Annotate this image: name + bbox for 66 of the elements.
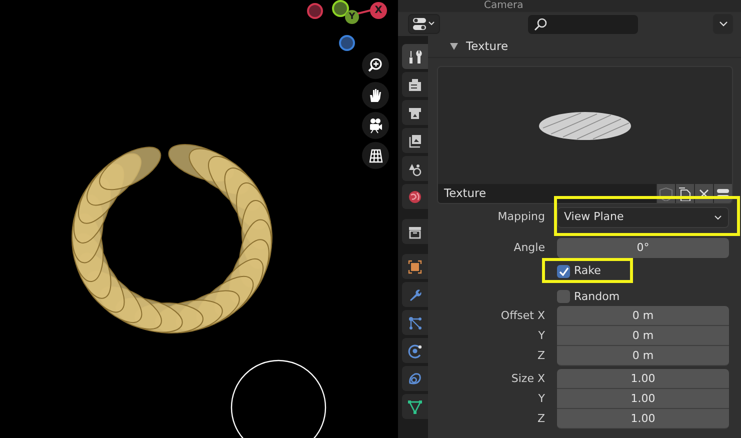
checkbox[interactable]: Random	[557, 288, 729, 305]
properties-tab[interactable]	[402, 44, 428, 69]
collapse-triangle-icon[interactable]	[450, 43, 458, 50]
camera-back-icon	[407, 76, 423, 92]
caret-icon	[718, 21, 728, 27]
shield-icon	[659, 186, 673, 200]
negative-x-axis-handle[interactable]	[307, 3, 323, 19]
properties-tab[interactable]	[402, 338, 428, 363]
field-label: Y	[537, 328, 545, 344]
checkbox[interactable]: Rake	[557, 263, 729, 280]
field-label: Size X	[510, 370, 545, 387]
size-field[interactable]: 1.00	[557, 409, 729, 429]
properties-tab[interactable]	[402, 219, 428, 244]
offset-field[interactable]: 0 m	[557, 306, 729, 326]
properties-tab[interactable]	[402, 128, 428, 153]
checkbox-box[interactable]	[557, 290, 570, 304]
properties-tab[interactable]	[402, 254, 428, 279]
grid-button[interactable]	[362, 142, 389, 169]
editor-type-button[interactable]	[408, 14, 440, 34]
wrench-screwdriver-icon	[407, 48, 423, 64]
globe-icon	[407, 188, 423, 204]
offset-field[interactable]: 0 m	[557, 326, 729, 346]
checkbox-box[interactable]	[557, 264, 570, 278]
panel-title[interactable]: Texture	[466, 38, 508, 56]
camera-icon	[367, 117, 384, 134]
hand-icon	[367, 87, 384, 104]
field-label: Z	[536, 410, 545, 427]
offset-field[interactable]: 0 m	[557, 346, 729, 366]
field-label: Angle	[512, 240, 545, 256]
outliner-item-label[interactable]: Camera	[484, 0, 524, 12]
properties-tab[interactable]	[402, 366, 428, 391]
search-icon	[534, 18, 547, 30]
field-label: Y	[537, 390, 545, 407]
camera-button[interactable]	[362, 112, 389, 139]
zoom-icon	[367, 57, 384, 74]
properties-tab[interactable]	[402, 100, 428, 125]
options-dropdown[interactable]	[713, 14, 733, 34]
image-stack-icon	[407, 132, 423, 148]
angle-field[interactable]: 0°	[557, 238, 729, 258]
field-label: Mapping	[496, 209, 545, 226]
properties-tab[interactable]	[402, 156, 428, 181]
y-axis-handle[interactable]: Y	[345, 10, 359, 24]
hand-button[interactable]	[362, 82, 389, 109]
properties-tab[interactable]	[402, 282, 428, 307]
properties-tab[interactable]	[402, 394, 428, 419]
mapping-dropdown[interactable]: View Plane	[557, 207, 729, 228]
orbit-icon	[407, 342, 423, 358]
search-field[interactable]	[528, 14, 638, 34]
square-icon	[407, 258, 423, 274]
negative-z-axis-handle[interactable]	[339, 35, 355, 51]
grid-icon	[367, 147, 384, 164]
negative-y-axis-handle[interactable]	[332, 0, 349, 17]
node-graph-icon	[407, 314, 423, 330]
triangle-icon	[407, 398, 423, 414]
zoom-button[interactable]	[362, 52, 389, 79]
dropdown-value: View Plane	[564, 209, 624, 226]
x-axis-handle[interactable]: X	[370, 2, 387, 19]
properties-tab[interactable]	[402, 310, 428, 335]
copy-icon	[678, 186, 692, 200]
properties-tab[interactable]	[402, 72, 428, 97]
field-label: Offset X	[500, 308, 545, 324]
size-field[interactable]: 1.00	[557, 369, 729, 389]
properties-tab[interactable]	[402, 184, 428, 209]
size-field[interactable]: 1.00	[557, 389, 729, 409]
caret-icon	[714, 215, 722, 220]
field-label: Z	[536, 348, 545, 364]
